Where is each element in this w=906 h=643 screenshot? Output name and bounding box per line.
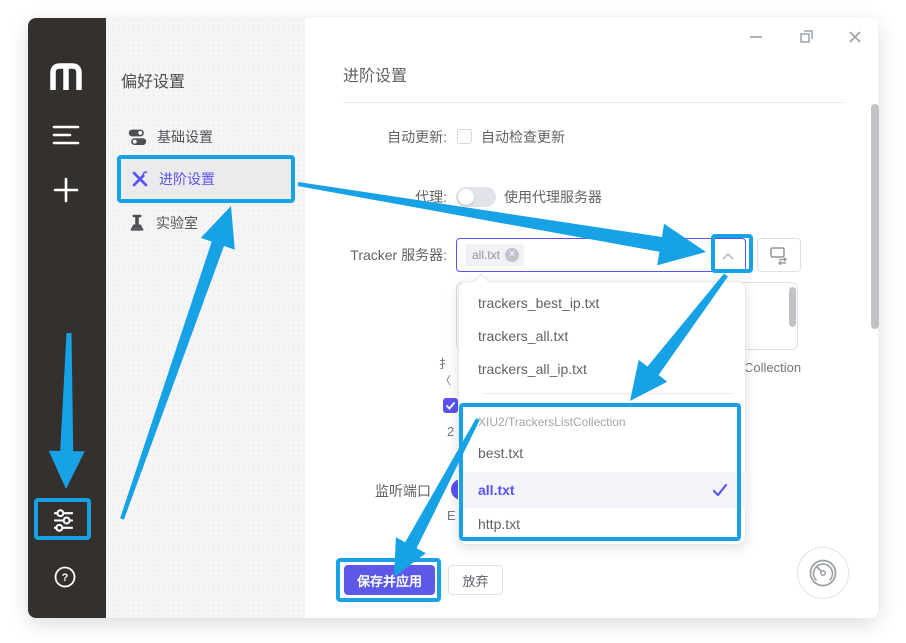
dropdown-item-selected[interactable]: all.txt bbox=[458, 472, 746, 508]
auto-update-label: 自动更新: bbox=[297, 128, 447, 146]
toggle-knob bbox=[458, 189, 474, 205]
dropdown-item[interactable]: best.txt bbox=[458, 437, 746, 470]
tag-label: all.txt bbox=[472, 248, 500, 262]
add-task-icon[interactable] bbox=[52, 176, 80, 204]
sidebar-item-label: 进阶设置 bbox=[159, 169, 215, 189]
sidebar-item-label: 实验室 bbox=[156, 213, 198, 233]
obscured-text-fragment: 扌 bbox=[439, 355, 451, 372]
dropdown-item-label: all.txt bbox=[478, 482, 515, 498]
dropdown-item[interactable]: trackers_all.txt bbox=[458, 320, 746, 353]
selected-tracker-tag: all.txt bbox=[465, 244, 524, 266]
check-icon bbox=[712, 483, 728, 497]
dropdown-item[interactable]: trackers_all_ip.txt bbox=[458, 353, 746, 386]
sync-icon bbox=[769, 245, 789, 265]
dropdown-item[interactable]: trackers_best_ip.txt bbox=[458, 287, 746, 320]
task-list-icon[interactable] bbox=[52, 124, 80, 146]
maximize-icon[interactable] bbox=[799, 29, 814, 44]
dropdown-divider bbox=[482, 393, 734, 394]
tools-icon bbox=[131, 170, 149, 188]
close-icon[interactable] bbox=[847, 29, 863, 45]
tracker-label: Tracker 服务器: bbox=[267, 246, 447, 264]
sidebar-item-advanced-settings[interactable]: 进阶设置 bbox=[121, 159, 291, 199]
minimize-icon[interactable] bbox=[748, 30, 764, 44]
proxy-toggle-label: 使用代理服务器 bbox=[504, 188, 602, 206]
svg-text:?: ? bbox=[62, 572, 69, 584]
main-scrollbar[interactable] bbox=[871, 104, 879, 329]
page-title: 进阶设置 bbox=[343, 62, 407, 86]
toggles-icon bbox=[128, 128, 147, 147]
sidebar-item-lab[interactable]: 实验室 bbox=[118, 203, 292, 243]
collection-link-fragment: Collection bbox=[744, 360, 801, 375]
sidebar-item-label: 基础设置 bbox=[157, 127, 213, 147]
preferences-sidebar bbox=[106, 18, 305, 618]
proxy-toggle[interactable] bbox=[456, 187, 496, 207]
save-apply-button[interactable]: 保存并应用 bbox=[344, 565, 435, 595]
prefs-title: 偏好设置 bbox=[121, 68, 185, 92]
auto-update-checkbox[interactable] bbox=[457, 129, 472, 144]
chevron-up-icon[interactable] bbox=[721, 251, 735, 261]
title-divider bbox=[343, 102, 843, 103]
discard-button[interactable]: 放弃 bbox=[448, 565, 503, 595]
dropdown-item[interactable]: http.txt bbox=[458, 508, 746, 541]
flask-icon bbox=[128, 214, 146, 232]
dropdown-group-label: XIU2/TrackersListCollection bbox=[478, 415, 728, 429]
preferences-icon[interactable] bbox=[51, 508, 76, 533]
auto-update-checkbox-label: 自动检查更新 bbox=[481, 128, 565, 146]
obscured-checkbox-checked[interactable] bbox=[443, 398, 458, 413]
listen-port-label: 监听端口 bbox=[361, 482, 431, 500]
sidebar-item-basic-settings[interactable]: 基础设置 bbox=[118, 117, 292, 157]
obscured-text-fragment: 2 bbox=[447, 424, 454, 439]
speed-limit-button[interactable] bbox=[797, 547, 849, 599]
help-icon[interactable]: ? bbox=[53, 565, 77, 589]
screenshot-stage: ? 偏好设置 基础设置 进阶设置 实验室 bbox=[0, 0, 906, 643]
textarea-scrollbar[interactable] bbox=[789, 287, 796, 327]
tracker-select[interactable]: all.txt bbox=[456, 238, 746, 272]
proxy-label: 代理: bbox=[297, 188, 447, 206]
obscured-text-fragment: 〈 bbox=[440, 372, 451, 388]
speedometer-icon bbox=[807, 557, 839, 589]
motrix-logo bbox=[47, 60, 85, 92]
obscured-text-fragment: E bbox=[447, 508, 456, 523]
sync-tracker-button[interactable] bbox=[757, 238, 801, 272]
tag-close-icon[interactable] bbox=[505, 248, 519, 262]
